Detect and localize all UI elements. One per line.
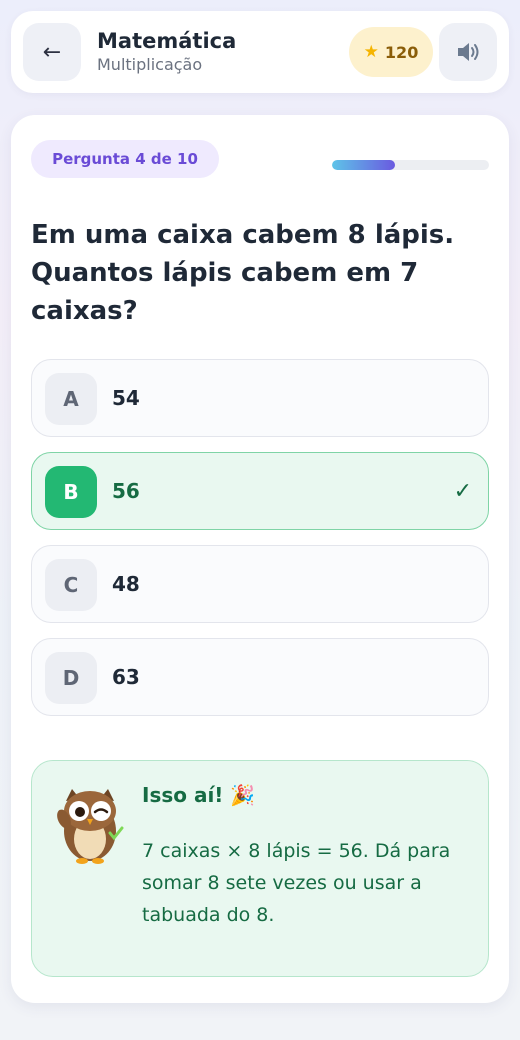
feedback-title: Isso aí! 🎉: [142, 783, 255, 807]
score-badge: ★ 120: [349, 27, 433, 77]
subject-title: Matemática: [97, 29, 237, 53]
feedback-panel: Isso aí! 🎉 7 caixas × 8 lápis = 56. Dá p…: [31, 760, 489, 977]
score-value: 120: [384, 42, 419, 62]
progress-fill: [332, 160, 395, 170]
option-value: 54: [112, 386, 140, 410]
back-button[interactable]: ←: [23, 23, 81, 81]
option-value: 56: [112, 479, 140, 503]
feedback-title-text: Isso aí!: [142, 783, 224, 807]
progress-bar: [332, 160, 489, 170]
owl-icon: [57, 789, 124, 864]
option-letter: C: [45, 559, 97, 611]
check-icon: ✓: [453, 478, 472, 504]
arrow-left-icon: ←: [42, 39, 62, 65]
option-letter: B: [45, 466, 97, 518]
option-value: 63: [112, 665, 140, 689]
sound-button[interactable]: [439, 23, 497, 81]
option-c[interactable]: C 48: [31, 545, 489, 623]
question-counter: Pergunta 4 de 10: [31, 140, 219, 178]
option-a[interactable]: A 54: [31, 359, 489, 437]
party-icon: 🎉: [230, 783, 256, 807]
option-d[interactable]: D 63: [31, 638, 489, 716]
option-b[interactable]: B 56 ✓: [31, 452, 489, 530]
option-letter: A: [45, 373, 97, 425]
topic-subtitle: Multiplicação: [97, 55, 203, 74]
feedback-text: 7 caixas × 8 lápis = 56. Dá para somar 8…: [142, 840, 451, 926]
option-value: 48: [112, 572, 140, 596]
lesson-heading: Matemática Multiplicação: [97, 28, 236, 76]
speaker-icon: [458, 43, 479, 61]
top-bar: ← Matemática Multiplicação ★ 120: [11, 11, 509, 93]
question-card: Pergunta 4 de 10 Em uma caixa cabem 8 lá…: [11, 115, 509, 1003]
question-text: Em uma caixa cabem 8 lápis. Quantos lápi…: [31, 220, 455, 326]
star-icon: ★: [363, 42, 379, 62]
option-letter: D: [45, 652, 97, 704]
